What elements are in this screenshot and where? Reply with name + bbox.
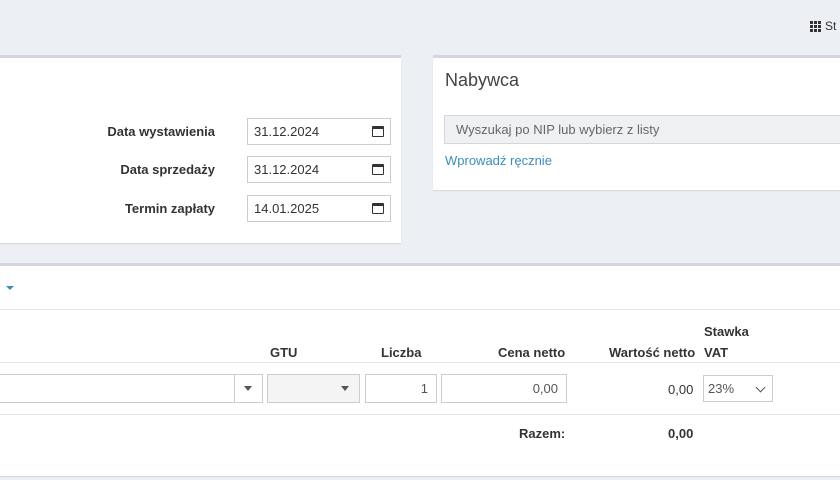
vat-rate-value: 23% <box>708 381 735 396</box>
buyer-panel: Nabywca Wyszukaj po NIP lub wybierz z li… <box>433 55 840 190</box>
buyer-search-select[interactable]: Wyszukaj po NIP lub wybierz z listy <box>444 115 840 144</box>
gtu-select[interactable] <box>267 374 360 403</box>
chevron-down-icon[interactable] <box>341 386 349 391</box>
calendar-icon[interactable] <box>372 203 384 214</box>
net-price-input[interactable]: 0,00 <box>441 374 567 403</box>
issue-date-value: 31.12.2024 <box>254 124 320 139</box>
chevron-down-icon[interactable] <box>755 382 766 393</box>
header-vat-rate-line1: Stawka <box>704 324 749 339</box>
vat-rate-select[interactable]: 23% <box>703 375 773 402</box>
total-value: 0,00 <box>668 426 694 441</box>
divider <box>0 362 840 363</box>
settings-menu[interactable]: St <box>810 18 840 34</box>
select-separator <box>234 375 235 402</box>
net-value: 0,00 <box>668 382 694 397</box>
calendar-icon[interactable] <box>372 164 384 175</box>
issue-date-input[interactable]: 31.12.2024 <box>247 118 391 145</box>
calendar-icon[interactable] <box>372 126 384 137</box>
due-date-value: 14.01.2025 <box>254 201 320 216</box>
header-net-value: Wartość netto <box>609 345 696 360</box>
divider <box>0 309 840 310</box>
dates-panel: Data wystawienia 31.12.2024 Data sprzeda… <box>0 55 401 243</box>
issue-date-row: Data wystawienia 31.12.2024 <box>0 118 391 145</box>
due-date-row: Termin zapłaty 14.01.2025 <box>0 195 391 222</box>
quantity-input[interactable]: 1 <box>365 374 437 403</box>
due-date-label: Termin zapłaty <box>124 201 215 216</box>
settings-label: St <box>825 19 837 33</box>
manual-entry-link[interactable]: Wprowadź ręcznie <box>445 153 552 168</box>
total-label: Razem: <box>519 426 566 441</box>
items-panel <box>0 263 840 476</box>
chevron-down-icon[interactable] <box>244 386 252 391</box>
header-gtu: GTU <box>270 345 298 360</box>
sale-date-input[interactable]: 31.12.2024 <box>247 156 391 183</box>
divider <box>0 414 840 415</box>
due-date-input[interactable]: 14.01.2025 <box>247 195 391 222</box>
buyer-title: Nabywca <box>445 70 520 90</box>
issue-date-label: Data wystawienia <box>107 124 215 139</box>
sale-date-row: Data sprzedaży 31.12.2024 <box>0 156 391 183</box>
collapse-caret-icon[interactable] <box>6 286 14 290</box>
header-quantity: Liczba <box>381 345 422 360</box>
sale-date-label: Data sprzedaży <box>120 162 215 177</box>
header-net-price: Cena netto <box>498 345 566 360</box>
product-select[interactable] <box>0 374 263 403</box>
header-vat-rate-line2: VAT <box>704 345 729 360</box>
grid-icon <box>810 20 821 32</box>
sale-date-value: 31.12.2024 <box>254 162 320 177</box>
